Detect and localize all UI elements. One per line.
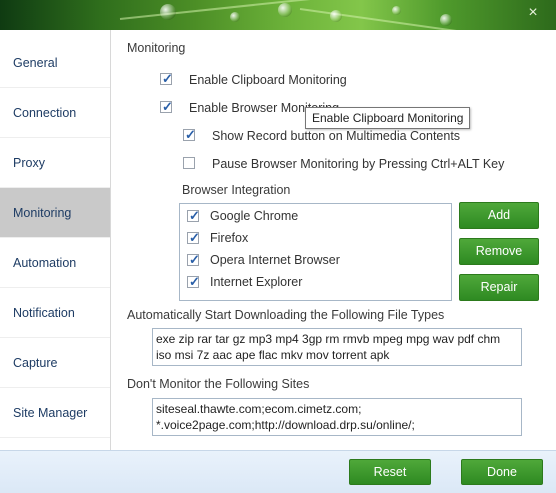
check-icon: ✓: [189, 252, 200, 267]
tooltip: Enable Clipboard Monitoring: [305, 107, 471, 129]
header-banner-image: [0, 0, 556, 30]
check-icon: ✓: [162, 71, 173, 86]
reset-button[interactable]: Reset: [349, 459, 431, 485]
exclude-sites-title: Don't Monitor the Following Sites: [127, 377, 310, 391]
check-icon: ✓: [189, 208, 200, 223]
browser-monitoring-checkbox[interactable]: ✓: [160, 99, 173, 114]
chrome-label: Google Chrome: [210, 209, 299, 223]
check-icon: ✓: [189, 274, 200, 289]
clipboard-monitoring-label: Enable Clipboard Monitoring: [189, 73, 347, 87]
sidebar-item-notification[interactable]: Notification: [0, 288, 110, 338]
chrome-checkbox[interactable]: ✓: [187, 208, 200, 223]
remove-button[interactable]: Remove: [459, 238, 539, 265]
check-icon: ✓: [189, 230, 200, 245]
done-button[interactable]: Done: [461, 459, 543, 485]
ie-checkbox[interactable]: ✓: [187, 274, 200, 289]
sidebar-item-connection[interactable]: Connection: [0, 88, 110, 138]
close-button[interactable]: ×: [524, 4, 542, 22]
sidebar-item-capture[interactable]: Capture: [0, 338, 110, 388]
add-button[interactable]: Add: [459, 202, 539, 229]
opera-checkbox[interactable]: ✓: [187, 252, 200, 267]
show-record-label: Show Record button on Multimedia Content…: [212, 129, 461, 143]
sidebar-item-proxy[interactable]: Proxy: [0, 138, 110, 188]
browser-integration-title: Browser Integration: [182, 183, 291, 197]
repair-button[interactable]: Repair: [459, 274, 539, 301]
monitoring-section-title: Monitoring: [127, 41, 186, 55]
sidebar: General Connection Proxy Monitoring Auto…: [0, 30, 111, 450]
sidebar-item-site-manager[interactable]: Site Manager: [0, 388, 110, 438]
opera-label: Opera Internet Browser: [210, 253, 340, 267]
check-icon: ✓: [162, 99, 173, 114]
auto-download-title: Automatically Start Downloading the Foll…: [127, 308, 445, 322]
file-types-textarea[interactable]: exe zip rar tar gz mp3 mp4 3gp rm rmvb m…: [152, 328, 522, 366]
sidebar-item-automation[interactable]: Automation: [0, 238, 110, 288]
show-record-checkbox[interactable]: ✓: [183, 127, 196, 142]
firefox-label: Firefox: [210, 231, 249, 245]
firefox-checkbox[interactable]: ✓: [187, 230, 200, 245]
sidebar-item-general[interactable]: General: [0, 38, 110, 88]
pause-monitoring-checkbox[interactable]: [183, 157, 195, 169]
browser-integration-list[interactable]: ✓ Google Chrome ✓ Firefox ✓ Opera Intern…: [179, 203, 452, 301]
excluded-sites-textarea[interactable]: siteseal.thawte.com;ecom.cimetz.com; *.v…: [152, 398, 522, 436]
check-icon: ✓: [185, 127, 196, 142]
sidebar-item-monitoring[interactable]: Monitoring: [0, 188, 110, 238]
pause-monitoring-label: Pause Browser Monitoring by Pressing Ctr…: [212, 157, 505, 171]
clipboard-monitoring-checkbox[interactable]: ✓: [160, 71, 173, 86]
ie-label: Internet Explorer: [210, 275, 303, 289]
